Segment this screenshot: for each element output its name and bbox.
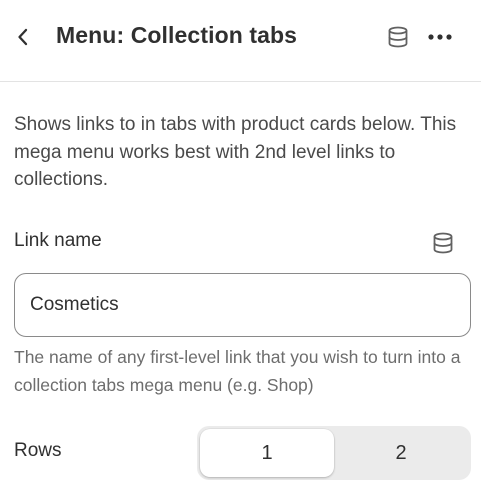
link-name-input[interactable]: Cosmetics [14, 273, 471, 337]
ellipsis-icon [428, 34, 452, 40]
back-button[interactable] [10, 24, 36, 50]
link-name-label: Link name [14, 230, 102, 251]
more-actions-button[interactable] [424, 23, 456, 51]
database-icon [433, 232, 453, 254]
chevron-left-icon [18, 28, 28, 46]
connect-dynamic-source-button[interactable] [384, 23, 412, 51]
link-name-dynamic-source-button[interactable] [430, 230, 456, 256]
panel-header: Menu: Collection tabs [0, 0, 481, 82]
page-title: Menu: Collection tabs [56, 22, 298, 48]
rows-option-1[interactable]: 1 [200, 429, 334, 477]
link-name-value: Cosmetics [30, 294, 119, 315]
rows-label: Rows [14, 440, 62, 461]
database-icon [388, 26, 408, 48]
rows-segmented-control: 1 2 [197, 426, 471, 480]
section-description: Shows links to in tabs with product card… [14, 114, 457, 190]
link-name-help-text: The name of any first-level link that yo… [14, 347, 461, 395]
rows-option-2[interactable]: 2 [334, 429, 468, 477]
